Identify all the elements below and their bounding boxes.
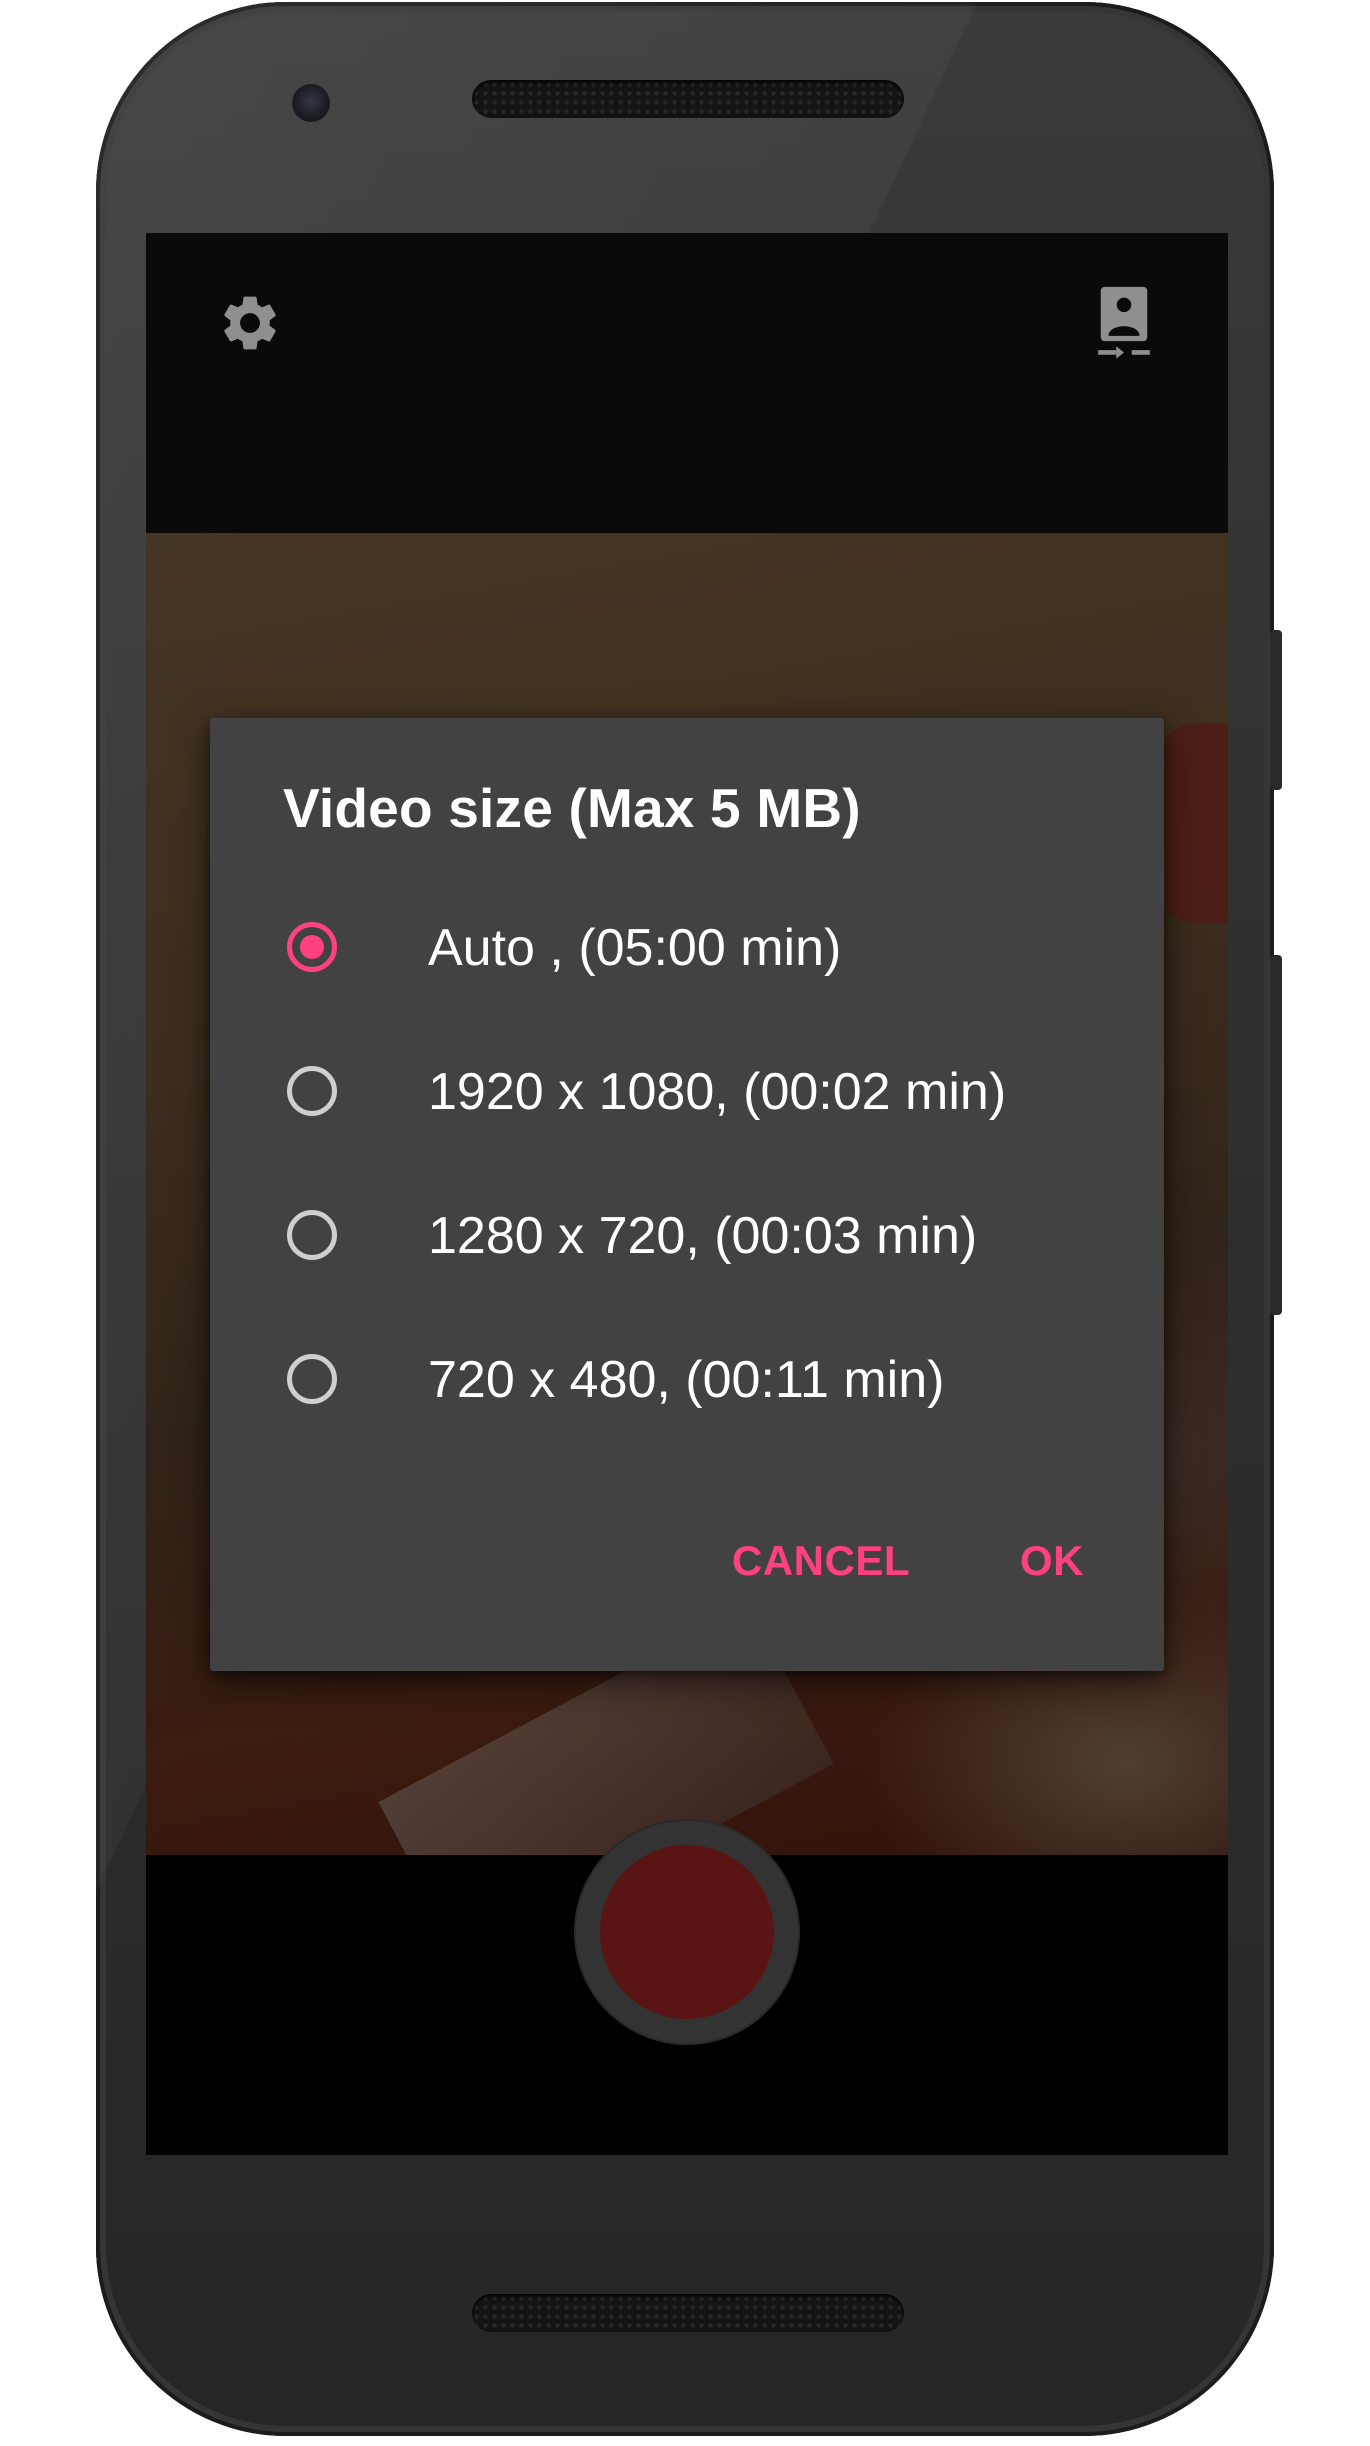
switch-camera-button[interactable] xyxy=(1084,283,1164,363)
power-button xyxy=(1270,630,1282,790)
app-screen: Video size (Max 5 MB) Auto , (05:00 min)… xyxy=(146,233,1228,2155)
radio-unchecked-icon[interactable] xyxy=(287,1210,337,1260)
option-label: 1280 x 720, (00:03 min) xyxy=(428,1207,978,1265)
option-720x480[interactable]: 720 x 480, (00:11 min) xyxy=(210,1318,1164,1448)
option-label: 1920 x 1080, (00:02 min) xyxy=(428,1063,1007,1121)
device-frame-stage: Video size (Max 5 MB) Auto , (05:00 min)… xyxy=(0,0,1370,2446)
settings-button[interactable] xyxy=(210,283,290,363)
switch-camera-icon xyxy=(1098,286,1150,359)
option-1280x720[interactable]: 1280 x 720, (00:03 min) xyxy=(210,1174,1164,1304)
ok-button[interactable]: OK xyxy=(1020,1536,1084,1586)
volume-button xyxy=(1270,955,1282,1315)
front-camera-lens xyxy=(292,84,330,122)
camera-top-bar xyxy=(146,233,1228,533)
dialog-title: Video size (Max 5 MB) xyxy=(283,777,861,839)
record-icon xyxy=(600,1845,774,2019)
radio-checked-icon[interactable] xyxy=(287,922,337,972)
radio-unchecked-icon[interactable] xyxy=(287,1354,337,1404)
video-size-dialog: Video size (Max 5 MB) Auto , (05:00 min)… xyxy=(210,718,1164,1671)
cancel-button[interactable]: CANCEL xyxy=(732,1536,910,1586)
radio-unchecked-icon[interactable] xyxy=(287,1066,337,1116)
option-label: 720 x 480, (00:11 min) xyxy=(428,1351,945,1409)
option-1920x1080[interactable]: 1920 x 1080, (00:02 min) xyxy=(210,1030,1164,1160)
record-button[interactable] xyxy=(576,1821,798,2043)
gear-icon xyxy=(224,296,276,350)
option-auto[interactable]: Auto , (05:00 min) xyxy=(210,886,1164,1016)
top-speaker-grill xyxy=(472,80,904,118)
option-label: Auto , (05:00 min) xyxy=(428,919,842,977)
bottom-speaker-grill xyxy=(472,2294,904,2332)
